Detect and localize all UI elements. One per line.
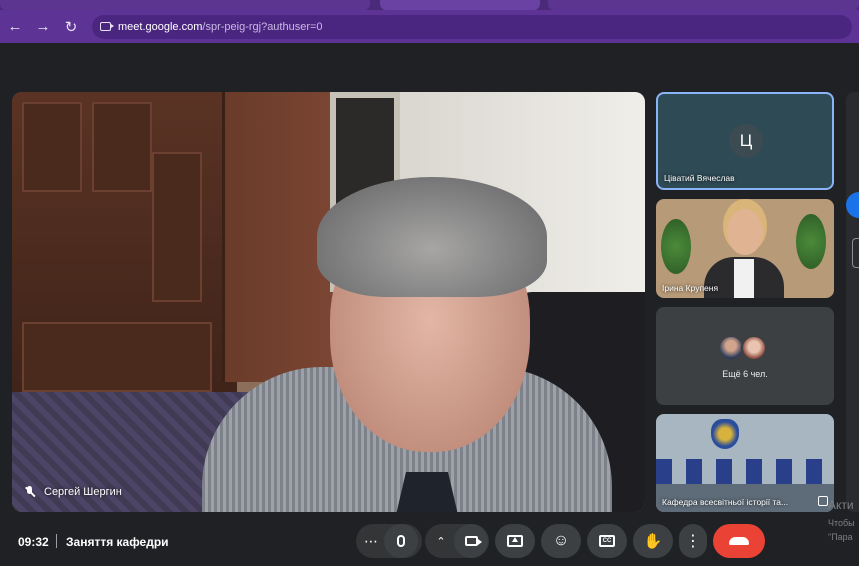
video-background [661, 219, 691, 274]
meeting-stage: Сергей Шергин Ц Ціватий Вячеслав Ірина К… [0, 44, 859, 516]
camera-button[interactable] [454, 524, 488, 558]
browser-tab-active[interactable] [380, 0, 540, 10]
address-bar[interactable]: meet.google.com/spr-peig-rgj?authuser=0 [92, 14, 852, 39]
speaker-name: Сергей Шергин [44, 486, 122, 498]
raise-hand-icon: ✋ [643, 533, 663, 550]
browser-toolbar: ← → ↻ meet.google.com/spr-peig-rgj?authu… [0, 10, 859, 43]
activation-watermark-title: Акти [828, 498, 854, 512]
main-speaker-tile[interactable]: Сергей Шергин [12, 92, 645, 512]
mic-button[interactable] [384, 524, 418, 558]
participant-video [727, 209, 763, 255]
more-participants-label: Ещё 6 чел. [722, 369, 768, 379]
speaker-name-tag: Сергей Шергин [24, 486, 122, 498]
more-options-icon[interactable]: ⋯ [356, 524, 386, 558]
divider [56, 534, 57, 548]
hangup-button[interactable] [713, 524, 765, 558]
emoji-icon: ☺ [552, 532, 570, 549]
video-background [12, 92, 237, 422]
avatar: Ц [729, 124, 763, 158]
side-panel-edge [846, 92, 859, 512]
mini-avatars [718, 335, 767, 361]
mic-off-icon [24, 486, 36, 498]
watermark-line: Чтобы [828, 518, 855, 528]
meeting-title: Заняття кафедри [66, 535, 169, 549]
bottom-controls-bar: 09:32 Заняття кафедри ⋯ ⌃ ☺ CC ✋ ⋮ [0, 516, 859, 566]
more-vert-icon: ⋮ [685, 533, 701, 550]
mic-icon [397, 535, 405, 547]
more-vert-button[interactable]: ⋮ [679, 524, 707, 558]
participant-name: Ірина Крупеня [662, 283, 719, 293]
browser-tab[interactable] [548, 0, 859, 10]
participant-video [734, 259, 754, 298]
more-participants-tile[interactable]: Ещё 6 чел. [656, 307, 834, 405]
hangup-phone-icon [729, 537, 749, 545]
captions-icon: CC [599, 535, 615, 547]
participant-tile-4[interactable]: Кафедра всесвітньої історії та... [656, 414, 834, 512]
emoji-button[interactable]: ☺ [541, 524, 581, 558]
watermark-line: "Пара [828, 532, 853, 542]
present-screen-icon [507, 535, 523, 547]
back-arrow-icon[interactable]: ← [2, 14, 28, 40]
url-host: meet.google.com [118, 20, 203, 33]
participant-tile-1[interactable]: Ц Ціватий Вячеслав [656, 92, 834, 190]
site-info-icon[interactable] [100, 22, 114, 31]
captions-button[interactable]: CC [587, 524, 627, 558]
participant-tile-2[interactable]: Ірина Крупеня [656, 199, 834, 298]
video-background [656, 459, 834, 487]
clock: 09:32 [18, 535, 49, 549]
side-panel-field[interactable] [852, 238, 859, 268]
activation-watermark-text: Чтобы "Пара [828, 516, 855, 544]
browser-tab[interactable] [0, 0, 370, 10]
participant-name: Кафедра всесвітньої історії та... [662, 497, 789, 507]
avatar [741, 335, 767, 361]
pin-icon[interactable] [818, 496, 828, 506]
raise-hand-button[interactable]: ✋ [633, 524, 673, 558]
video-background [796, 214, 826, 269]
reload-icon[interactable]: ↻ [58, 14, 84, 40]
camera-icon [464, 536, 482, 546]
emblem-icon [711, 419, 739, 449]
url-path: /spr-peig-rgj?authuser=0 [202, 20, 323, 33]
chevron-up-icon[interactable]: ⌃ [428, 524, 454, 558]
participant-name: Ціватий Вячеслав [664, 173, 735, 183]
browser-tabstrip [0, 0, 859, 10]
forward-arrow-icon[interactable]: → [30, 14, 56, 40]
present-button[interactable] [495, 524, 535, 558]
participant-video [317, 177, 547, 297]
